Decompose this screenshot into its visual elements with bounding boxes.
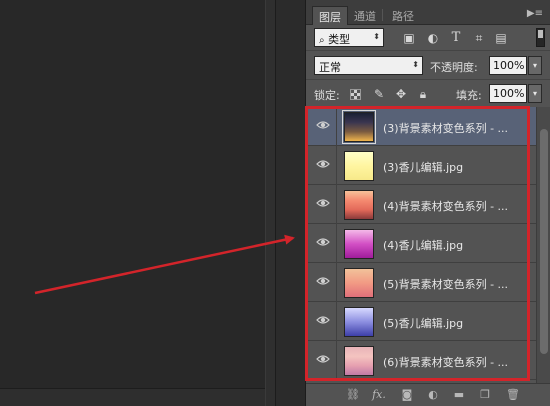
chevron-updown-icon: ⬍ [373,32,380,41]
layers-panel: 图层 通道 路径 ▶≡ ⌕ 类型 ⬍ ▣ ◐ T ⌗ ▤ 正常 ⬍ 不透明度: … [305,0,550,406]
layer-filter-row: ⌕ 类型 ⬍ ▣ ◐ T ⌗ ▤ [306,25,550,51]
adjustment-filter-icon[interactable]: ◐ [426,31,440,45]
layer-name[interactable]: (4)香儿编辑.jpg [383,237,463,253]
row-separator [336,146,337,185]
row-separator [336,302,337,341]
layer-thumbnail[interactable] [344,268,374,298]
blend-mode-select[interactable]: 正常 ⬍ [314,56,423,75]
lock-row: 锁定: ✎ ✥ 🔒︎ 填充: 100% ▾ [306,81,550,107]
new-group-icon[interactable]: ▬ [452,388,466,402]
dock-divider[interactable] [265,0,275,406]
trash-icon[interactable]: 🗑︎ [506,388,520,402]
layer-name[interactable]: (5)香儿编辑.jpg [383,315,463,331]
tab-separator [382,9,383,21]
opacity-input[interactable]: 100% [489,56,527,75]
visibility-eye-icon[interactable] [316,120,330,130]
layer-list: (3)背景素材变色系列 - ... (3)香儿编辑.jpg (4)背景素材变色系列 … [306,107,536,383]
filter-kind-label: 类型 [328,33,351,46]
layer-row[interactable]: (6)背景素材变色系列 - ... [306,341,536,380]
layer-thumbnail[interactable] [344,229,374,259]
visibility-eye-icon[interactable] [316,354,330,364]
add-mask-icon[interactable]: ◙ [400,388,414,402]
filter-toggle-switch[interactable] [536,28,545,47]
shape-filter-icon[interactable]: ⌗ [472,31,486,45]
layer-thumbnail[interactable] [344,151,374,181]
lock-transparent-pixels-icon[interactable] [350,89,361,100]
blend-mode-row: 正常 ⬍ 不透明度: 100% ▾ [306,52,550,80]
visibility-eye-icon[interactable] [316,198,330,208]
tab-channels[interactable]: 通道 [348,6,382,25]
panel-tabbar: 图层 通道 路径 ▶≡ [306,0,550,25]
layers-panel-footer: ⛓ fx. ◙ ◐ ▬ ❐ 🗑︎ [306,383,550,406]
lock-label: 锁定: [314,89,340,102]
visibility-eye-icon[interactable] [316,315,330,325]
lock-position-icon[interactable]: ✥ [394,87,408,101]
row-separator [336,341,337,380]
opacity-label: 不透明度: [430,61,478,74]
collapsed-panel-dock [275,0,305,406]
layer-list-scrollbar[interactable] [536,107,550,383]
fill-label: 填充: [456,89,482,102]
visibility-eye-icon[interactable] [316,159,330,169]
image-filter-icon[interactable]: ▣ [402,31,416,45]
layer-row[interactable]: (4)香儿编辑.jpg [306,224,536,263]
lock-image-pixels-icon[interactable]: ✎ [372,87,386,101]
layer-row[interactable]: (5)背景素材变色系列 - ... [306,263,536,302]
scrollbar-thumb[interactable] [540,129,548,354]
row-separator [336,107,337,146]
layer-name[interactable]: (3)香儿编辑.jpg [383,159,463,175]
fill-input[interactable]: 100% [489,84,527,103]
tab-paths[interactable]: 路径 [386,6,420,25]
lock-all-icon[interactable]: 🔒︎ [416,87,430,101]
row-separator [336,185,337,224]
type-filter-icon[interactable]: T [449,31,463,45]
layer-name[interactable]: (3)背景素材变色系列 - ... [383,120,508,136]
layer-thumbnail[interactable] [344,190,374,220]
layer-row[interactable]: (4)背景素材变色系列 - ... [306,185,536,224]
document-canvas[interactable] [0,0,265,406]
layer-thumbnail[interactable] [344,307,374,337]
blend-mode-value: 正常 [319,61,341,74]
layer-row[interactable]: (5)香儿编辑.jpg [306,302,536,341]
tab-layers[interactable]: 图层 [312,6,348,25]
opacity-dropdown-button[interactable]: ▾ [528,56,542,75]
layer-thumbnail[interactable] [344,346,374,376]
search-icon: ⌕ [319,35,325,46]
link-layers-icon[interactable]: ⛓ [346,388,360,402]
layer-style-fx-icon[interactable]: fx. [372,388,386,402]
canvas-status-bar [0,388,265,406]
chevron-updown-icon: ⬍ [412,60,419,69]
visibility-eye-icon[interactable] [316,237,330,247]
row-separator [336,224,337,263]
filter-kind-select[interactable]: ⌕ 类型 ⬍ [314,28,384,47]
layer-name[interactable]: (6)背景素材变色系列 - ... [383,354,508,370]
adjustment-layer-icon[interactable]: ◐ [426,388,440,402]
smart-object-filter-icon[interactable]: ▤ [494,31,508,45]
panel-menu-icon[interactable]: ▶≡ [527,8,543,19]
layer-name[interactable]: (4)背景素材变色系列 - ... [383,198,508,214]
layer-name[interactable]: (5)背景素材变色系列 - ... [383,276,508,292]
row-separator [336,263,337,302]
visibility-eye-icon[interactable] [316,276,330,286]
fill-dropdown-button[interactable]: ▾ [528,84,542,103]
layer-thumbnail[interactable] [342,110,376,144]
layer-row[interactable]: (3)香儿编辑.jpg [306,146,536,185]
new-layer-icon[interactable]: ❐ [478,388,492,402]
layer-row[interactable]: (3)背景素材变色系列 - ... [306,107,536,146]
